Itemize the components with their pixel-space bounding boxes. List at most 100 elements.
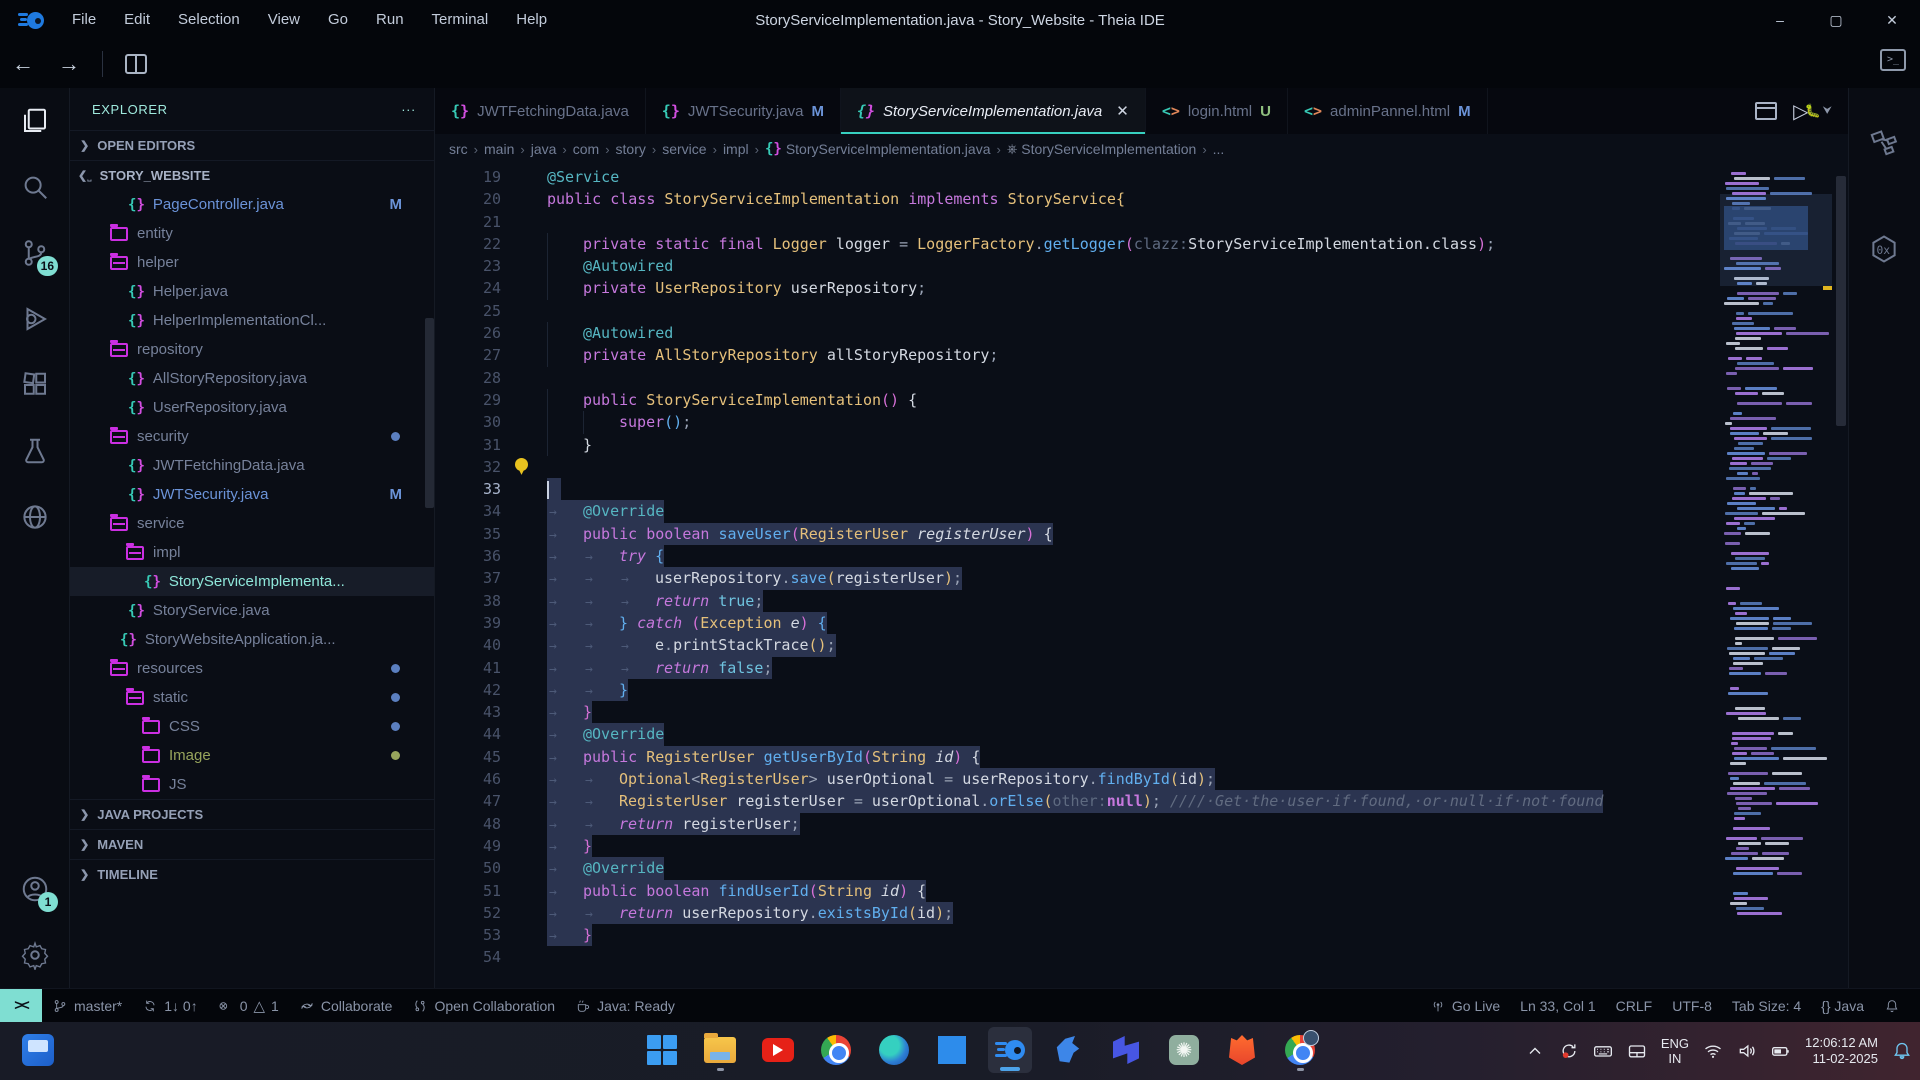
crumb-impl[interactable]: impl [723,141,749,157]
back-arrow-icon[interactable]: ← [0,51,46,77]
editor-scrollbar[interactable] [1834,166,1848,988]
code-line[interactable]: 38return true; [435,590,1720,612]
language-indicator[interactable]: ENGIN [1661,1036,1689,1066]
volume-icon[interactable] [1737,1041,1757,1061]
crumb-story[interactable]: story [616,141,646,157]
code-line[interactable]: 32 [435,456,1720,478]
notification-bell-icon[interactable] [1892,1041,1912,1061]
section-timeline[interactable]: ❯TIMELINE [70,859,434,889]
code-line[interactable]: 26@Autowired [435,322,1720,344]
tree-item-jwtsecurity-java[interactable]: {}JWTSecurity.javaM [70,480,434,509]
code-line[interactable]: 39} catch (Exception e) { [435,612,1720,634]
statusbar-open-collaboration[interactable]: Open Collaboration [402,989,565,1022]
crumb-java[interactable]: java [531,141,557,157]
tree-item-storyserviceimplementa-[interactable]: {}StoryServiceImplementa... [70,567,434,596]
remote-indicator[interactable]: >< [0,989,42,1023]
tab-login-html[interactable]: <>login.htmlU [1146,88,1288,134]
code-line[interactable]: 35public boolean saveUser(RegisterUser r… [435,523,1720,545]
code-line[interactable]: 20public class StoryServiceImplementatio… [435,188,1720,210]
account-icon[interactable]: 1 [0,856,70,922]
code-area[interactable]: 19@Service20public class StoryServiceImp… [435,166,1720,988]
statusbar-language-mode[interactable]: {} Java [1811,989,1874,1022]
menu-selection[interactable]: Selection [164,0,254,40]
run-debug-icon[interactable] [0,286,70,352]
statusbar-java-status[interactable]: Java: Ready [565,989,685,1022]
taskbar-theia-icon[interactable] [988,1027,1032,1073]
tree-item-image[interactable]: Image [70,741,434,770]
code-line[interactable]: 30super(); [435,411,1720,433]
code-line[interactable]: 46Optional<RegisterUser> userOptional = … [435,768,1720,790]
tree-item-storyservice-java[interactable]: {}StoryService.java [70,596,434,625]
source-control-icon[interactable]: 16 [0,220,70,286]
code-line[interactable]: 27private AllStoryRepository allStoryRep… [435,344,1720,366]
crumb-file[interactable]: StoryServiceImplementation.java [786,141,991,157]
tree-item-resources[interactable]: resources [70,654,434,683]
code-line[interactable]: 51public boolean findUserId(String id) { [435,880,1720,902]
tab-jwtsecurity-java[interactable]: {}JWTSecurity.javaM [646,88,841,134]
tray-keyboard-icon[interactable] [1593,1041,1613,1061]
tree-item-helperimplementationcl-[interactable]: {}HelperImplementationCl... [70,306,434,335]
tree-item-helper[interactable]: helper [70,248,434,277]
tree-item-css[interactable]: CSS [70,712,434,741]
tree-item-storywebsiteapplication-ja-[interactable]: {}StoryWebsiteApplication.ja... [70,625,434,654]
forward-arrow-icon[interactable]: → [46,51,92,77]
section-maven[interactable]: ❯MAVEN [70,829,434,859]
code-line[interactable]: 24private UserRepository userRepository; [435,277,1720,299]
code-line[interactable]: 52return userRepository.existsById(id); [435,902,1720,924]
code-line[interactable]: 34@Override [435,500,1720,522]
taskbar-explorer-icon[interactable] [698,1027,742,1073]
explorer-more-icon[interactable]: ··· [401,102,416,117]
menu-edit[interactable]: Edit [110,0,164,40]
code-line[interactable]: 37userRepository.save(registerUser); [435,567,1720,589]
taskbar-chatgpt-icon[interactable]: ✺ [1162,1027,1206,1073]
crumb-main[interactable]: main [484,141,514,157]
minimap[interactable] [1720,166,1832,988]
code-line[interactable]: 40e.printStackTrace(); [435,634,1720,656]
code-line[interactable]: 36try { [435,545,1720,567]
breadcrumb[interactable]: src›main›java›com›story›service›impl›{} … [435,134,1848,164]
extensions-icon[interactable] [0,352,70,418]
statusbar-eol[interactable]: CRLF [1606,989,1663,1022]
code-line[interactable]: 28 [435,367,1720,389]
taskbar-chrome-icon[interactable] [814,1027,858,1073]
tree-item-pagecontroller-java[interactable]: {}PageController.javaM [70,190,434,219]
tree-item-userrepository-java[interactable]: {}UserRepository.java [70,393,434,422]
code-line[interactable]: 19@Service [435,166,1720,188]
code-line[interactable]: 22private static final Logger logger = L… [435,233,1720,255]
remote-explorer-globe-icon[interactable] [0,484,70,550]
tab-storyserviceimplementation-java[interactable]: {}StoryServiceImplementation.java✕ [841,88,1146,134]
code-line[interactable]: 33 [435,478,1720,500]
crumb-src[interactable]: src [449,141,468,157]
code-line[interactable]: 43} [435,701,1720,723]
wifi-icon[interactable] [1703,1041,1723,1061]
explorer-icon[interactable] [0,88,70,154]
tab-adminpannel-html[interactable]: <>adminPannel.htmlM [1288,88,1488,134]
code-line[interactable]: 31} [435,434,1720,456]
tray-chevron-up-icon[interactable] [1525,1041,1545,1061]
split-editor-layout-icon[interactable] [125,54,147,74]
open-editors-section[interactable]: ❯ OPEN EDITORS [70,130,434,160]
crumb-com[interactable]: com [573,141,599,157]
clock[interactable]: 12:06:12 AM11-02-2025 [1805,1035,1878,1067]
code-line[interactable]: 21 [435,211,1720,233]
statusbar-problems[interactable]: 0△1 [208,989,289,1022]
test-flask-icon[interactable] [0,418,70,484]
tree-item-repository[interactable]: repository [70,335,434,364]
statusbar-git-branch[interactable]: master* [42,989,132,1022]
minimize-button[interactable]: – [1752,0,1808,40]
taskbar-blueapp-icon[interactable] [1104,1027,1148,1073]
run-debug-file-icon[interactable]: ▷🐛⮟ [1793,99,1832,124]
statusbar-go-live[interactable]: Go Live [1420,989,1510,1022]
code-line[interactable]: 49} [435,835,1720,857]
widgets-icon[interactable] [22,1034,54,1066]
sidebar-scrollbar[interactable] [425,318,434,508]
taskbar-chrome-profile-icon[interactable] [1278,1027,1322,1073]
statusbar-encoding[interactable]: UTF-8 [1662,989,1722,1022]
code-line[interactable]: 44@Override [435,723,1720,745]
tree-item-static[interactable]: static [70,683,434,712]
tree-item-entity[interactable]: entity [70,219,434,248]
tree-item-security[interactable]: security [70,422,434,451]
tree-item-js[interactable]: JS [70,770,434,799]
tree-item-helper-java[interactable]: {}Helper.java [70,277,434,306]
crumb-overflow[interactable]: ... [1213,141,1225,157]
